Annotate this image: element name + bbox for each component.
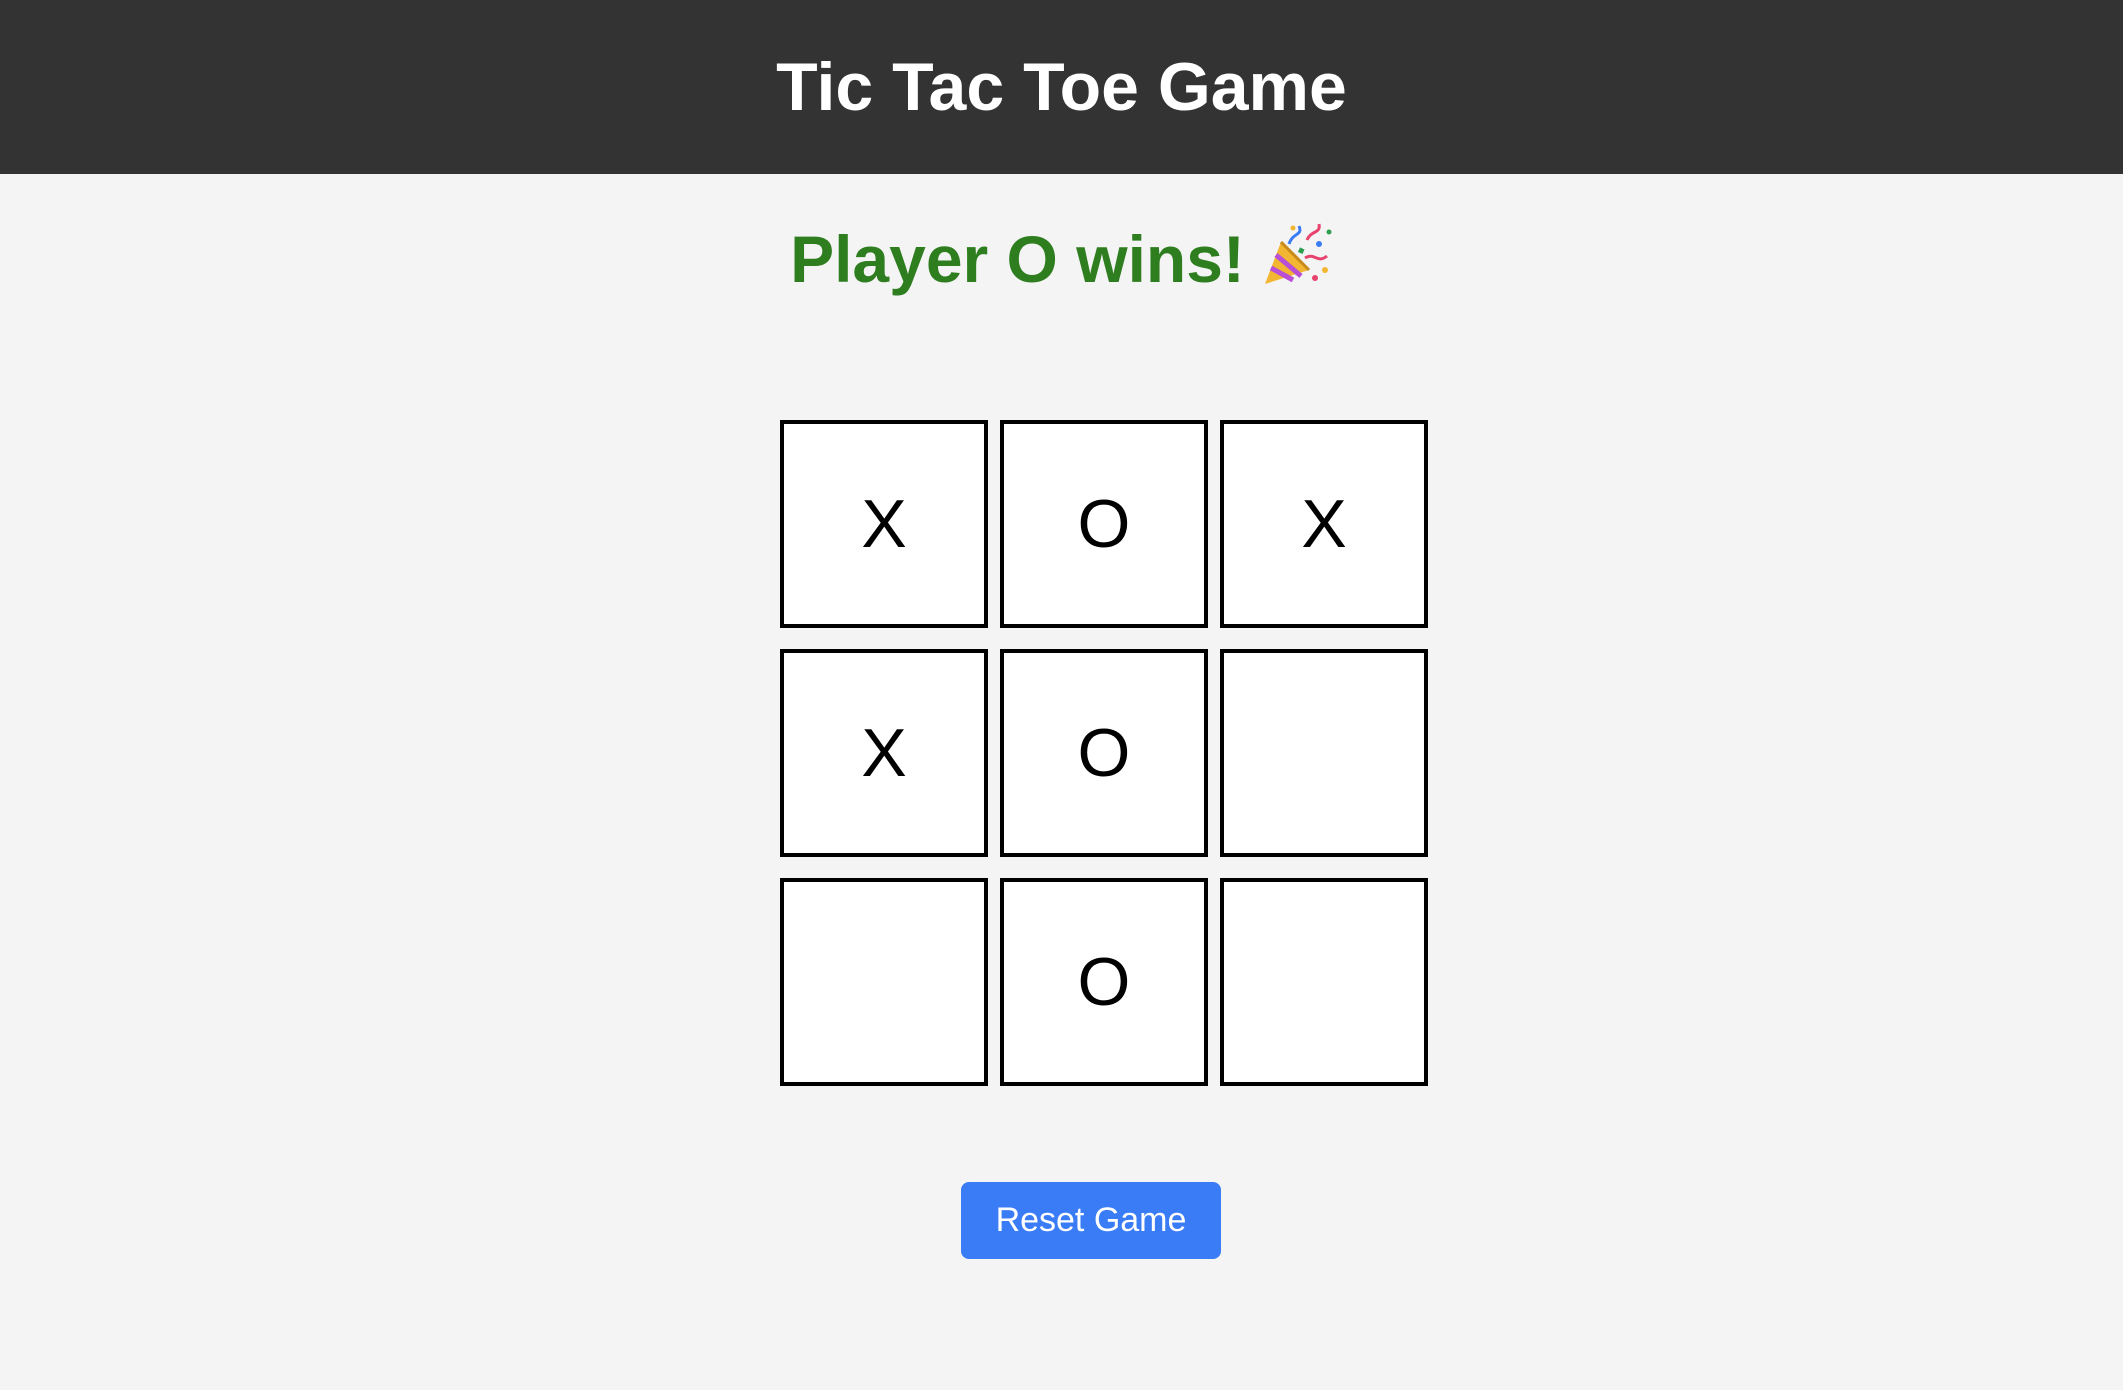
board-cell[interactable] xyxy=(780,878,988,1086)
board-cell[interactable]: X xyxy=(1220,420,1428,628)
reset-game-button[interactable]: Reset Game xyxy=(961,1182,1221,1259)
page-title: Tic Tac Toe Game xyxy=(776,49,1347,125)
board-cell[interactable]: O xyxy=(1000,649,1208,857)
game-status: Player O wins! xyxy=(0,218,2123,300)
app-header: Tic Tac Toe Game xyxy=(0,0,2123,174)
board-cell[interactable] xyxy=(1220,878,1428,1086)
board-cell[interactable]: X xyxy=(780,420,988,628)
board-cell[interactable]: O xyxy=(1000,878,1208,1086)
game-board: X O X X O O xyxy=(780,420,1430,1086)
board-cell[interactable]: X xyxy=(780,649,988,857)
party-popper-icon xyxy=(1264,223,1332,284)
board-cell[interactable]: O xyxy=(1000,420,1208,628)
board-cell[interactable] xyxy=(1220,649,1428,857)
status-message: Player O wins! xyxy=(790,222,1245,296)
